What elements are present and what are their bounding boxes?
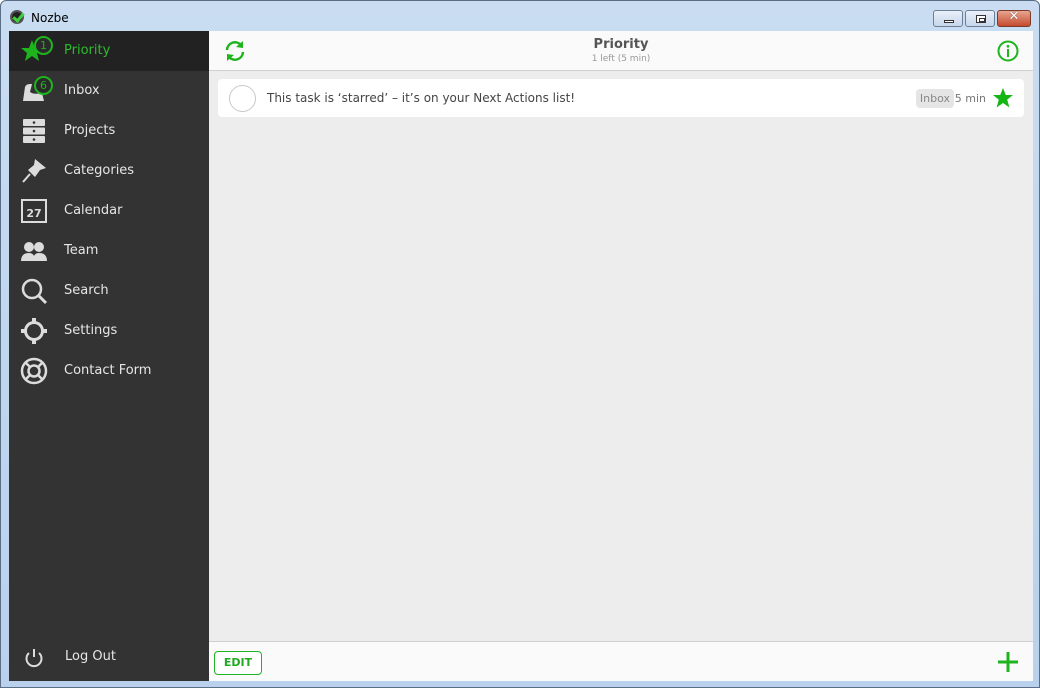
lifebuoy-icon [20,357,48,385]
window-controls: ✕ [933,9,1031,27]
logout-label: Log Out [65,649,116,664]
plus-icon[interactable] [997,651,1019,673]
minimize-button[interactable] [933,10,963,27]
close-icon: ✕ [1008,9,1020,24]
sidebar-item-inbox[interactable]: 6 Inbox [9,71,209,111]
edit-button[interactable]: EDIT [214,651,262,675]
sidebar-item-label: Priority [64,43,111,58]
window-title: Nozbe [31,11,69,25]
sidebar-item-label: Projects [64,123,116,138]
sidebar-item-calendar[interactable]: 27 Calendar [9,191,209,231]
sidebar: 1 Priority 6 Inbox Projects Categories 2… [9,31,209,681]
search-icon [21,278,48,305]
page-subtitle: 1 left (5 min) [591,54,651,64]
sidebar-item-priority[interactable]: 1 Priority [9,31,209,71]
projects-icon [23,119,45,143]
task-time-estimate: 5 min [954,92,986,105]
sidebar-item-label: Settings [64,323,118,338]
sidebar-item-label: Inbox [64,83,100,98]
sidebar-item-team[interactable]: Team [9,231,209,271]
maximize-icon [976,15,986,23]
nozbe-logo-icon [10,10,24,24]
sidebar-item-label: Contact Form [64,363,152,378]
pin-icon [22,159,46,183]
app-client: 1 Priority 6 Inbox Projects Categories 2… [9,31,1033,681]
sidebar-item-search[interactable]: Search [9,271,209,311]
close-button[interactable]: ✕ [997,9,1031,27]
info-icon[interactable] [997,40,1019,62]
minimize-icon [944,20,954,23]
top-bar: Priority 1 left (5 min) [209,31,1033,71]
bottom-bar: EDIT [209,641,1033,681]
sidebar-item-categories[interactable]: Categories [9,151,209,191]
task-complete-checkbox[interactable] [229,85,256,112]
task-title: This task is ‘starred’ – it’s on your Ne… [267,91,576,105]
sidebar-item-label: Categories [64,163,135,178]
sidebar-item-label: Calendar [64,203,123,218]
page-title: Priority [593,37,649,52]
sidebar-item-settings[interactable]: Settings [9,311,209,351]
calendar-icon: 27 [21,199,47,223]
maximize-button[interactable] [965,10,995,27]
star-icon[interactable] [992,87,1014,109]
task-row[interactable]: This task is ‘starred’ – it’s on your Ne… [218,79,1024,117]
title-bar[interactable]: Nozbe ✕ [1,1,1039,31]
sidebar-item-label: Team [64,243,99,258]
calendar-day: 27 [26,207,41,220]
app-window: Nozbe ✕ 1 Priority 6 Inbox Projects Cate… [0,0,1040,688]
sidebar-item-label: Search [64,283,109,298]
priority-count-badge: 1 [34,36,53,55]
power-icon [25,649,43,668]
gear-icon [21,318,47,344]
sidebar-item-projects[interactable]: Projects [9,111,209,151]
sidebar-item-contact-form[interactable]: Contact Form [9,351,209,391]
task-project-tag[interactable]: Inbox [915,89,954,108]
inbox-count-badge: 6 [34,76,53,95]
team-icon [21,242,47,261]
main-panel: Priority 1 left (5 min) This task is ‘st… [209,31,1033,681]
logout-button[interactable]: Log Out [9,637,209,677]
